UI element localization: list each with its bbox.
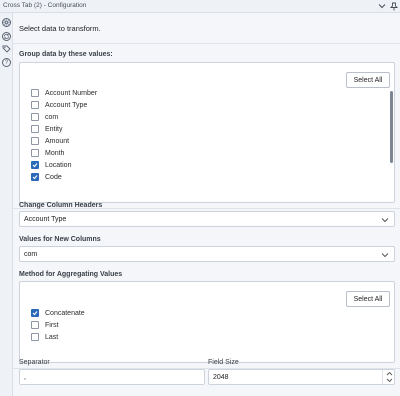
checkbox[interactable] — [31, 89, 39, 97]
tag-icon[interactable] — [2, 45, 11, 54]
group-by-item-label: Location — [45, 161, 72, 169]
group-by-item-label: Entity — [45, 125, 63, 133]
separator-value: , — [24, 374, 26, 381]
group-by-list: Select All Account Number Account Type com… — [19, 62, 395, 203]
chevron-down-icon — [381, 216, 389, 224]
window-title: Cross Tab (2) - Configuration — [3, 2, 87, 9]
aggregation-item[interactable]: First — [31, 320, 59, 330]
change-headers-value: Account Type — [24, 216, 67, 223]
configuration-panel: Select data to transform. Group data by … — [13, 13, 400, 396]
values-new-label: Values for New Columns — [19, 236, 101, 243]
checkbox[interactable] — [31, 113, 39, 121]
chevron-down-icon[interactable] — [385, 377, 393, 383]
group-by-item-label: Amount — [45, 137, 70, 145]
sync-icon[interactable] — [2, 32, 11, 41]
aggregation-item-label: First — [45, 321, 59, 329]
aggregation-item[interactable]: Concatenate — [31, 308, 85, 318]
group-by-item[interactable]: Account Number — [31, 88, 97, 98]
group-by-item[interactable]: Month — [31, 148, 64, 158]
group-select-all-button[interactable]: Select All — [346, 72, 390, 88]
checkbox-checked[interactable] — [31, 309, 39, 317]
chevron-up-icon[interactable] — [385, 370, 393, 376]
group-by-item[interactable]: com — [31, 112, 58, 122]
sidebar: ? — [0, 13, 13, 396]
checkbox[interactable] — [31, 321, 39, 329]
group-by-item[interactable]: Amount — [31, 136, 69, 146]
group-by-item[interactable]: Account Type — [31, 100, 87, 110]
group-by-item[interactable]: Code — [31, 172, 62, 182]
gear-icon[interactable] — [2, 18, 11, 27]
separator-label: Separator — [19, 359, 50, 366]
change-headers-label: Change Column Headers — [19, 202, 103, 209]
checkbox[interactable] — [31, 149, 39, 157]
field-size-stepper[interactable] — [382, 370, 394, 384]
divider — [13, 43, 400, 44]
field-size-input[interactable]: 2048 — [208, 369, 395, 385]
group-by-label: Group data by these values: — [19, 51, 113, 58]
field-size-label: Field Size — [208, 359, 239, 366]
group-by-item-label: Account Number — [45, 89, 98, 97]
aggregation-select-all-button[interactable]: Select All — [346, 291, 390, 307]
values-new-value: com — [24, 251, 38, 258]
group-by-item[interactable]: Entity — [31, 124, 63, 134]
group-by-item-label: com — [45, 113, 59, 121]
aggregation-item[interactable]: Last — [31, 332, 58, 342]
aggregation-label: Method for Aggregating Values — [19, 271, 123, 278]
pin-icon[interactable] — [389, 1, 399, 11]
group-by-item[interactable]: Location — [31, 160, 71, 170]
checkbox[interactable] — [31, 333, 39, 341]
group-by-item-label: Account Type — [45, 101, 88, 109]
group-list-scrollbar[interactable] — [390, 91, 393, 163]
group-by-item-label: Code — [45, 173, 62, 181]
aggregation-list: Select All Concatenate First Last — [19, 281, 395, 363]
title-bar: Cross Tab (2) - Configuration — [0, 0, 400, 13]
checkbox-checked[interactable] — [31, 161, 39, 169]
separator-input[interactable]: , — [19, 369, 205, 385]
checkbox[interactable] — [31, 125, 39, 133]
values-new-dropdown[interactable]: com — [19, 246, 395, 262]
help-icon[interactable]: ? — [2, 58, 11, 67]
group-by-item-label: Month — [45, 149, 65, 157]
checkbox[interactable] — [31, 101, 39, 109]
checkbox[interactable] — [31, 137, 39, 145]
aggregation-item-label: Last — [45, 333, 59, 341]
checkbox-checked[interactable] — [31, 173, 39, 181]
field-size-value: 2048 — [213, 374, 229, 381]
lead-text: Select data to transform. — [19, 24, 101, 33]
chevron-down-icon[interactable] — [377, 1, 387, 11]
aggregation-item-label: Concatenate — [45, 309, 85, 317]
change-headers-dropdown[interactable]: Account Type — [19, 211, 395, 227]
chevron-down-icon — [381, 251, 389, 259]
